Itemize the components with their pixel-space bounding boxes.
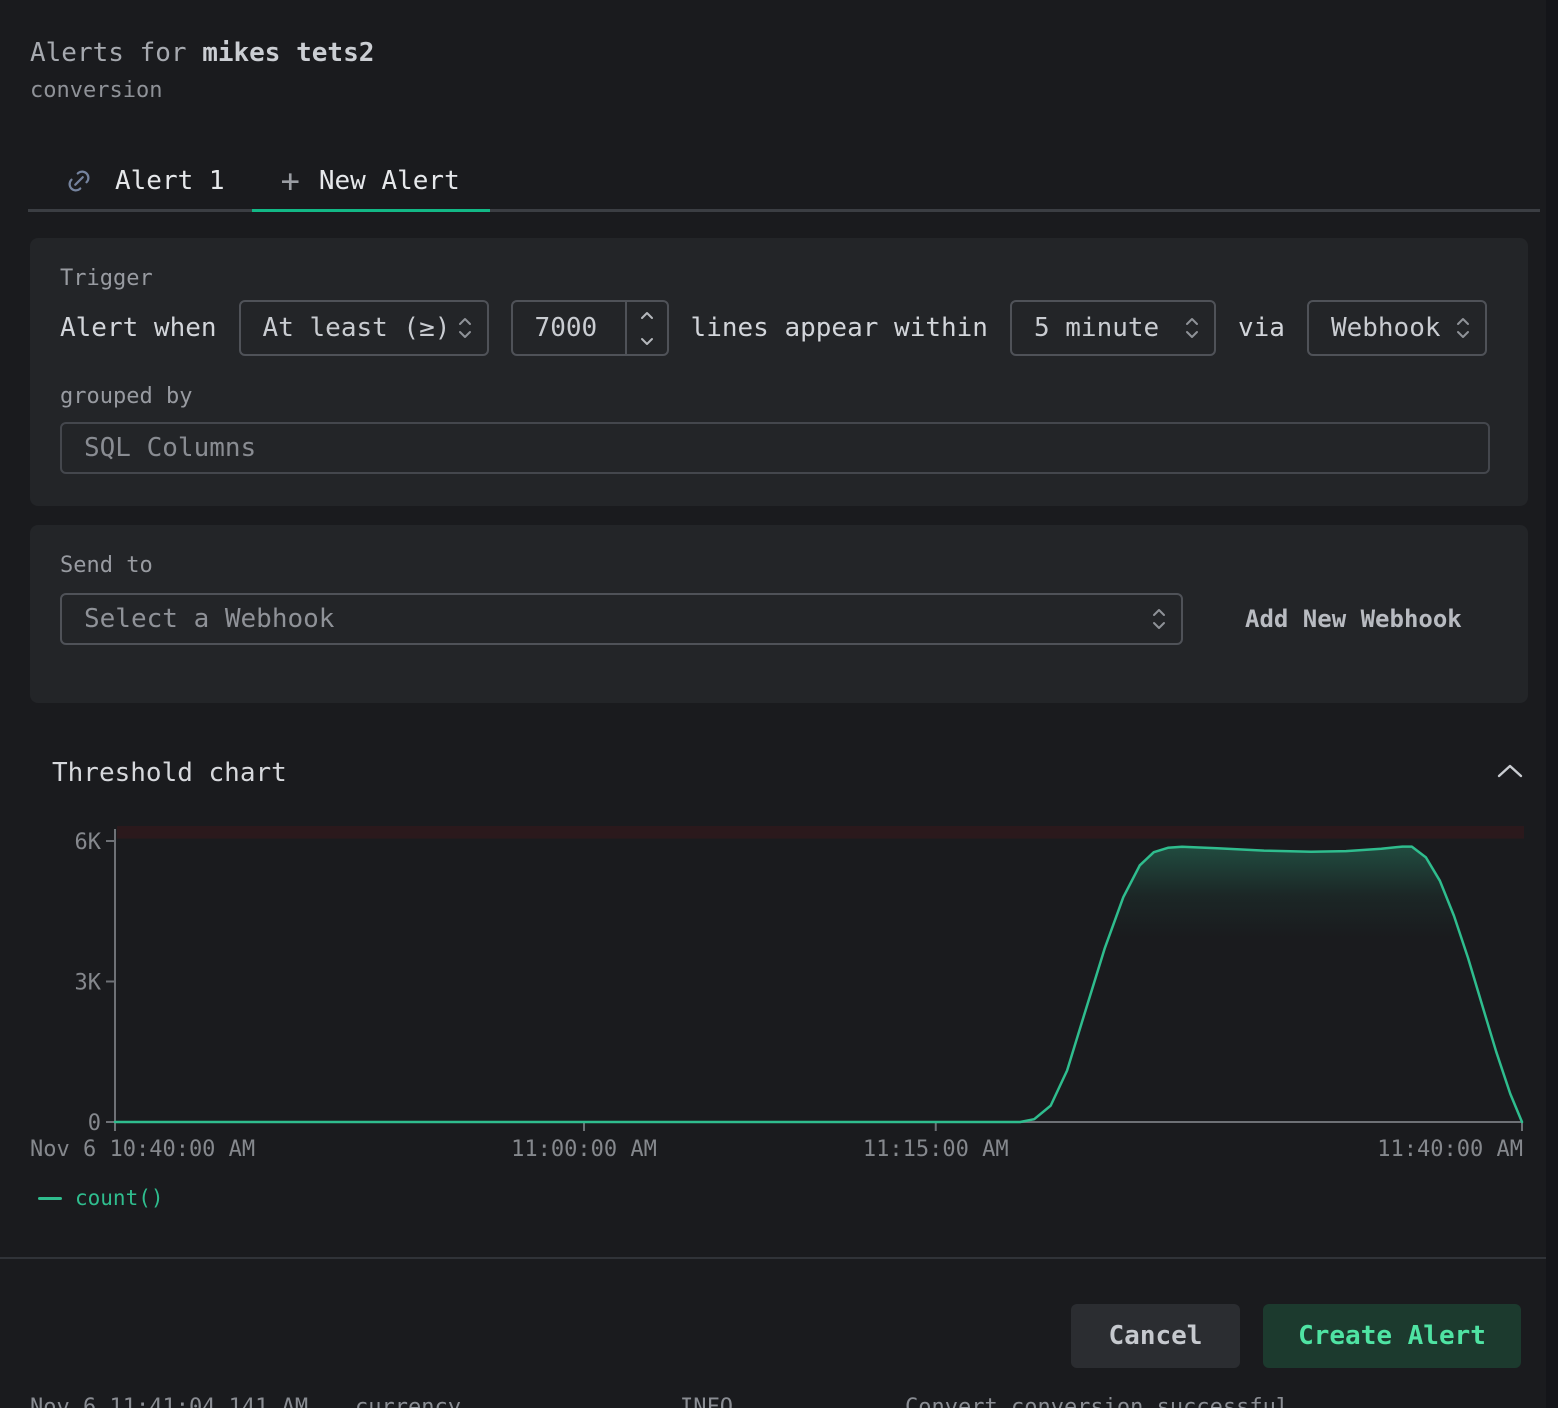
chevron-updown-icon	[1455, 315, 1471, 341]
webhook-select[interactable]: Select a Webhook	[60, 593, 1183, 645]
number-spinner	[625, 302, 667, 354]
collapse-chart-button[interactable]	[1496, 762, 1524, 780]
alert-tabs: Alert 1 + New Alert	[28, 150, 1540, 212]
svg-text:3K: 3K	[75, 970, 102, 995]
log-level: INFO	[680, 1397, 733, 1408]
spinner-up-button[interactable]	[627, 302, 667, 328]
add-new-webhook-button[interactable]: Add New Webhook	[1245, 605, 1462, 633]
grouped-by-label: grouped by	[60, 384, 1498, 410]
svg-text:6K: 6K	[75, 830, 102, 855]
threshold-operator-value: At least (≥)	[241, 313, 451, 343]
chevron-up-icon	[1497, 764, 1523, 779]
log-timestamp: Nov 6 11:41:04.141 AM	[30, 1397, 308, 1408]
time-window-value: 5 minute	[1012, 313, 1159, 343]
threshold-value-input-group	[511, 300, 669, 356]
page-title-source-name: mikes tets2	[202, 38, 374, 68]
lines-appear-within-label: lines appear within	[691, 313, 988, 343]
threshold-operator-select[interactable]: At least (≥)	[239, 300, 489, 356]
tab-new-alert[interactable]: + New Alert	[255, 150, 493, 212]
group-by-input[interactable]	[60, 422, 1490, 474]
trigger-controls-row: Alert when At least (≥)	[60, 300, 1498, 356]
create-alert-modal: Alerts for mikes tets2 conversion Alert …	[0, 0, 1558, 1408]
time-window-select[interactable]: 5 minute	[1010, 300, 1216, 356]
page-subtitle: conversion	[30, 78, 374, 103]
threshold-value-input[interactable]	[513, 302, 625, 354]
page-title: Alerts for mikes tets2	[30, 38, 374, 68]
via-label: via	[1238, 313, 1285, 343]
tab-alert-1-label: Alert 1	[115, 166, 225, 196]
svg-text:0: 0	[88, 1111, 101, 1136]
spinner-down-button[interactable]	[627, 328, 667, 354]
create-alert-button[interactable]: Create Alert	[1263, 1304, 1521, 1368]
chevron-updown-icon	[1151, 606, 1167, 632]
modal-header: Alerts for mikes tets2 conversion	[30, 38, 374, 103]
channel-value: Webhook	[1309, 313, 1441, 343]
plus-icon: +	[281, 166, 300, 196]
cancel-button[interactable]: Cancel	[1071, 1304, 1240, 1368]
channel-select[interactable]: Webhook	[1307, 300, 1487, 356]
send-to-row: Select a Webhook Add New Webhook	[60, 593, 1498, 645]
send-to-label: Send to	[60, 553, 1498, 579]
background-log-row: Nov 6 11:41:04.141 AM currency INFO Conv…	[0, 1397, 1558, 1408]
svg-text:Nov 6 10:40:00 AM: Nov 6 10:40:00 AM	[30, 1137, 255, 1162]
svg-text:11:00:00 AM: 11:00:00 AM	[511, 1137, 657, 1162]
page-title-prefix: Alerts for	[30, 38, 202, 68]
link-icon	[64, 166, 94, 196]
alert-when-label: Alert when	[60, 313, 217, 343]
chevron-updown-icon	[1184, 315, 1200, 341]
threshold-chart: 0 3K 6K Nov 6 10:40:00 AM 11:00:00 AM 11:15:0…	[0, 820, 1558, 1170]
tab-alert-1[interactable]: Alert 1	[28, 150, 255, 212]
footer-divider	[0, 1257, 1546, 1259]
legend-line-swatch	[38, 1197, 62, 1200]
active-tab-underline	[252, 209, 490, 212]
send-to-section: Send to Select a Webhook Add New Webhook	[30, 525, 1528, 703]
trigger-section-label: Trigger	[60, 266, 1498, 292]
webhook-select-placeholder: Select a Webhook	[62, 604, 334, 634]
svg-text:11:40:00 AM: 11:40:00 AM	[1377, 1137, 1523, 1162]
log-message: Convert conversion successful	[905, 1397, 1289, 1408]
svg-text:11:15:00 AM: 11:15:00 AM	[863, 1137, 1009, 1162]
chevron-updown-icon	[457, 315, 473, 341]
trigger-section: Trigger Alert when At least (≥)	[30, 238, 1528, 506]
log-service: currency	[355, 1397, 461, 1408]
threshold-chart-title: Threshold chart	[52, 758, 287, 788]
right-edge-gutter	[1546, 0, 1558, 1408]
chart-legend: count()	[38, 1186, 164, 1210]
legend-series-label: count()	[75, 1186, 164, 1210]
tab-new-alert-label: New Alert	[319, 166, 460, 196]
